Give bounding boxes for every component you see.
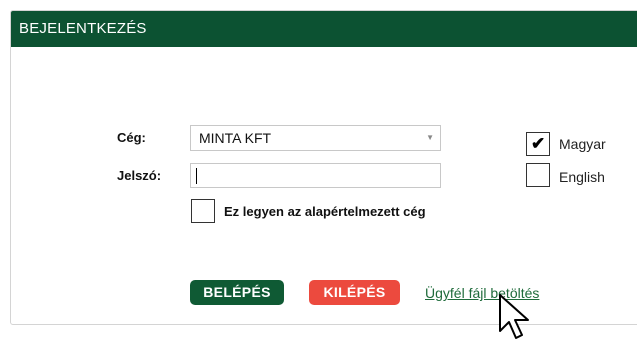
login-dialog: BEJELENTKEZÉS Cég: MINTA KFT ▼ Jelszó: E… (10, 10, 637, 325)
company-label: Cég: (117, 130, 146, 145)
default-company-checkbox[interactable] (191, 199, 215, 223)
company-select-value: MINTA KFT (199, 130, 272, 146)
company-select[interactable]: MINTA KFT ▼ (190, 125, 441, 151)
checkmark-icon: ✔ (531, 134, 546, 153)
mouse-pointer-icon (498, 293, 534, 346)
exit-button[interactable]: KILÉPÉS (309, 280, 400, 305)
dialog-title: BEJELENTKEZÉS (11, 11, 637, 47)
language-label-english: English (559, 169, 605, 185)
language-checkbox-magyar[interactable]: ✔ (526, 132, 550, 156)
password-input[interactable] (190, 163, 441, 188)
login-button[interactable]: BELÉPÉS (190, 280, 284, 305)
language-label-magyar: Magyar (559, 136, 606, 152)
chevron-down-icon: ▼ (426, 133, 434, 142)
default-company-label: Ez legyen az alapértelmezett cég (224, 204, 426, 219)
language-checkbox-english[interactable] (526, 163, 550, 187)
password-label: Jelszó: (117, 168, 162, 183)
text-caret (196, 168, 197, 184)
